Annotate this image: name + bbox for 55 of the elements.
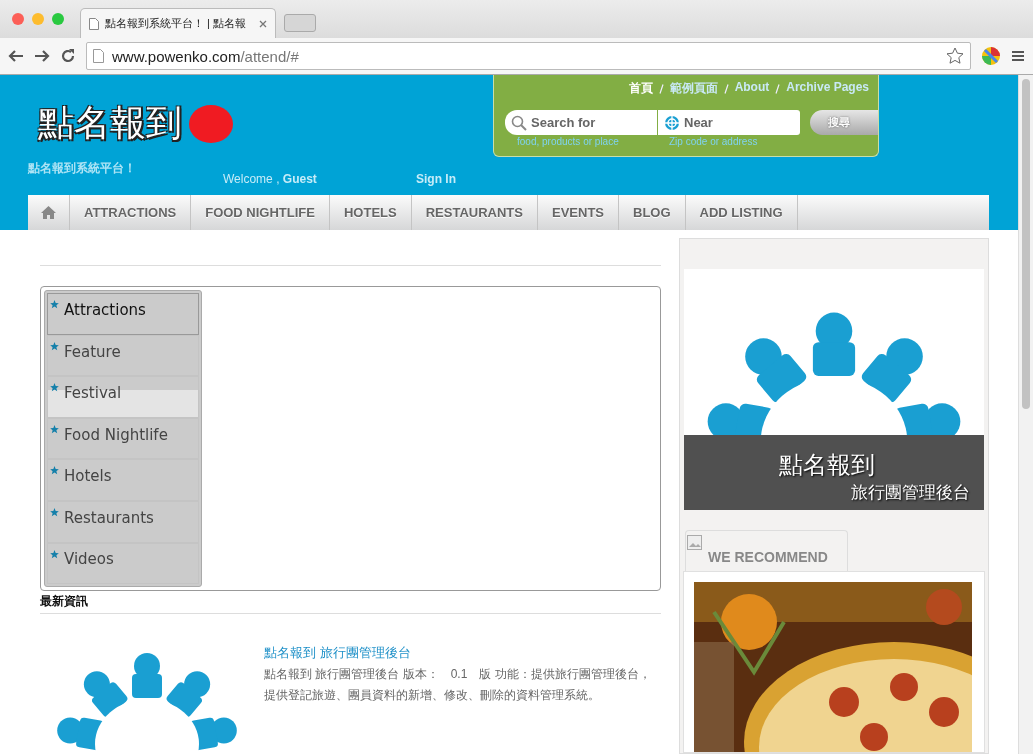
browser-tab[interactable]: 點名報到系統平台！ | 點名報 [80, 8, 276, 38]
link-separator [723, 83, 729, 94]
tab[interactable]: Hotels [47, 459, 199, 501]
star-icon [50, 508, 59, 517]
site-logo[interactable]: 點名報到 [38, 99, 182, 148]
address-bar[interactable]: www.powenko.com/attend/# [86, 42, 971, 70]
star-icon [50, 424, 59, 434]
site-tagline: 點名報到系統平台！ [28, 160, 137, 177]
logo-dot-icon [188, 103, 234, 144]
close-icon[interactable] [259, 19, 267, 28]
star-icon [50, 383, 59, 393]
star-icon [50, 300, 59, 310]
reload-icon[interactable] [60, 48, 76, 64]
extension-icon[interactable] [981, 46, 1001, 66]
nav-link[interactable]: ADD LISTING [685, 195, 798, 230]
news-title-link[interactable]: 點名報到 旅行團管理後台 [264, 644, 661, 662]
nav-link[interactable]: EVENTS [538, 195, 619, 230]
nav-link[interactable]: ATTRACTIONS [70, 195, 192, 230]
tab[interactable]: Feature [47, 334, 199, 377]
nav-link[interactable]: FOOD NIGHTLIFE [191, 195, 330, 230]
welcome-text: Welcome , Guest [223, 172, 318, 186]
star-icon[interactable] [946, 47, 964, 65]
tab[interactable]: Food Nightlife [47, 417, 199, 460]
tab[interactable]: Videos [47, 542, 199, 585]
back-icon[interactable] [8, 49, 24, 63]
section-heading: 最新資訊 [40, 591, 661, 614]
close-window-button[interactable] [12, 13, 24, 25]
tab[interactable]: Festival [47, 376, 199, 418]
scrollbar-thumb[interactable] [1022, 79, 1030, 409]
menu-icon[interactable] [1011, 50, 1025, 62]
star-icon [50, 466, 59, 476]
tab[interactable]: Restaurants [47, 501, 199, 543]
star-icon [50, 341, 59, 351]
search-icon [511, 114, 527, 131]
banner-subtitle: 旅行團管理後台 [851, 482, 970, 504]
link-separator [658, 83, 664, 94]
crosshair-icon [664, 114, 680, 131]
star-icon [50, 549, 59, 559]
nav-link[interactable]: HOTELS [330, 195, 412, 230]
page-icon [93, 49, 104, 63]
nav-link[interactable]: BLOG [619, 195, 686, 230]
top-link[interactable]: 首頁 [628, 80, 653, 97]
page-icon [89, 17, 99, 30]
news-body: 點名報到 旅行團管理後台 版本： 0.1 版 功能：提供旅行團管理後台，提供登記旅遊、團員資料的新增、修改、刪除的資料管理系統。 [264, 666, 652, 704]
nav-link[interactable]: RESTAURANTS [411, 195, 538, 230]
link-separator [775, 83, 781, 94]
search-field[interactable]: Search for [505, 110, 657, 135]
image-icon [687, 535, 702, 551]
near-field[interactable]: Near [658, 110, 800, 135]
field-hint: food, products or place [517, 136, 620, 147]
home-icon [40, 205, 57, 220]
forward-icon[interactable] [34, 49, 50, 63]
tab[interactable]: Attractions [47, 293, 199, 335]
banner-title: 點名報到 [779, 450, 876, 480]
field-hint: Zip code or address [669, 136, 759, 147]
